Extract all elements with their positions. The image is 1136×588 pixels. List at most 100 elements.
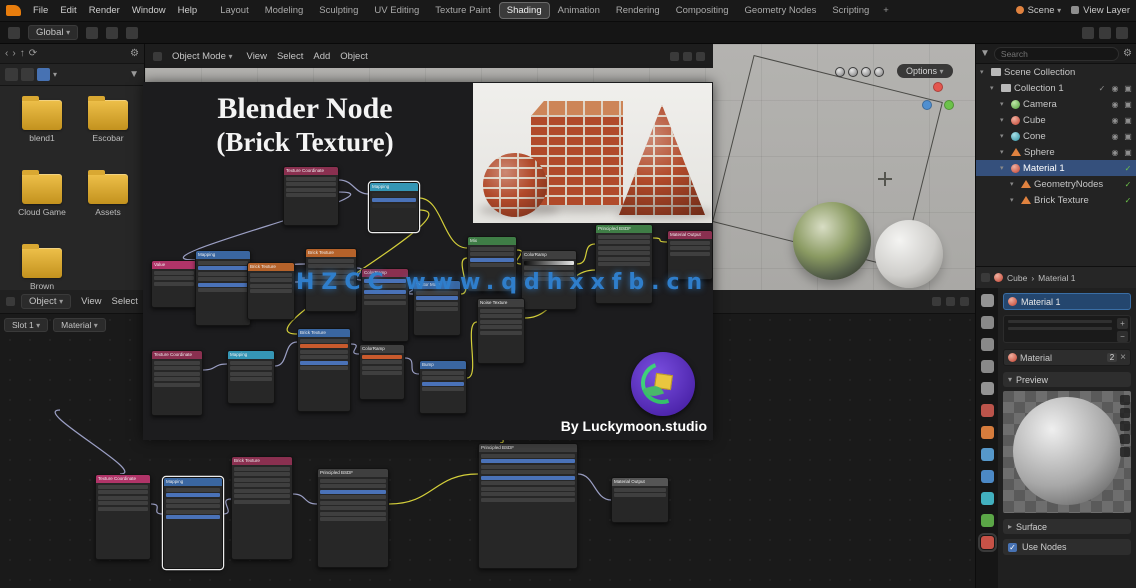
node-socket-row[interactable] bbox=[481, 470, 575, 474]
shader-node-mapping[interactable]: Mapping bbox=[369, 182, 419, 232]
node-socket-row[interactable] bbox=[154, 366, 200, 370]
particles-properties-tab-icon[interactable] bbox=[981, 470, 994, 483]
viewport-options-button[interactable]: Options ▾ bbox=[897, 64, 953, 78]
outliner-row[interactable]: ▾Cube◉▣ bbox=[976, 112, 1136, 128]
node-socket-row[interactable] bbox=[98, 496, 148, 500]
object-properties-tab-icon[interactable] bbox=[981, 426, 994, 439]
disclosure-triangle-icon[interactable]: ▾ bbox=[1000, 100, 1008, 108]
preview-cube-icon[interactable] bbox=[1120, 421, 1130, 431]
viewport-menu-view[interactable]: View bbox=[243, 50, 271, 63]
rendered-shading-icon[interactable] bbox=[874, 67, 884, 77]
surface-section-header[interactable]: ▸ Surface bbox=[1003, 519, 1131, 534]
use-nodes-row[interactable]: ✓ Use Nodes bbox=[1003, 539, 1131, 555]
hide-eye-toggle-icon[interactable]: ◉ bbox=[1110, 148, 1120, 157]
node-socket-row[interactable] bbox=[234, 478, 290, 482]
shader-node-noise-texture[interactable]: Noise Texture bbox=[477, 298, 525, 364]
node-socket-row[interactable] bbox=[481, 465, 575, 469]
node-socket-row[interactable] bbox=[362, 355, 402, 359]
node-socket-row[interactable] bbox=[320, 495, 386, 499]
node-socket-row[interactable] bbox=[320, 501, 386, 505]
node-socket-row[interactable] bbox=[300, 339, 348, 343]
node-socket-row[interactable] bbox=[372, 193, 416, 197]
shader-node-mapping[interactable]: Mapping bbox=[227, 350, 275, 404]
node-socket-row[interactable] bbox=[166, 499, 220, 503]
viewport-menu-select[interactable]: Select bbox=[273, 50, 307, 63]
node-socket-row[interactable] bbox=[422, 382, 464, 386]
render-properties-tab-icon[interactable] bbox=[981, 316, 994, 329]
node-socket-row[interactable] bbox=[300, 366, 348, 370]
node-socket-row[interactable] bbox=[480, 309, 522, 313]
shader-node-principled-bsdf[interactable]: Principled BSDF bbox=[317, 468, 389, 568]
snap-magnet-icon[interactable] bbox=[946, 297, 955, 306]
node-socket-row[interactable] bbox=[234, 494, 290, 498]
workspace-tab-uv-editing[interactable]: UV Editing bbox=[366, 2, 427, 19]
node-socket-row[interactable] bbox=[98, 490, 148, 494]
search-icon[interactable] bbox=[932, 297, 941, 306]
shader-node-texture-coordinate[interactable]: Texture Coordinate bbox=[283, 166, 339, 226]
node-socket-row[interactable] bbox=[364, 295, 406, 299]
settings-gear-icon[interactable]: ⚙ bbox=[130, 48, 139, 59]
node-socket-row[interactable] bbox=[250, 289, 292, 293]
node-socket-row[interactable] bbox=[481, 459, 575, 463]
node-socket-row[interactable] bbox=[250, 278, 292, 282]
xray-icon[interactable] bbox=[1116, 27, 1128, 39]
tool-properties-tab-icon[interactable] bbox=[981, 294, 994, 307]
render-visibility-icon[interactable]: ▣ bbox=[1123, 148, 1133, 157]
material-datablock-dropdown[interactable]: Material ▾ bbox=[53, 318, 106, 332]
node-socket-row[interactable] bbox=[300, 344, 348, 348]
enable-check-icon[interactable]: ✓ bbox=[1123, 180, 1133, 189]
workspace-tab-scripting[interactable]: Scripting bbox=[824, 2, 877, 19]
filter-funnel-icon[interactable]: ▼ bbox=[980, 48, 990, 59]
node-socket-row[interactable] bbox=[154, 377, 200, 381]
render-visibility-icon[interactable]: ▣ bbox=[1123, 132, 1133, 141]
list-view-icon[interactable] bbox=[5, 68, 18, 81]
shader-node-brick-texture[interactable]: Brick Texture bbox=[247, 262, 295, 320]
node-socket-row[interactable] bbox=[362, 360, 402, 364]
node-socket-row[interactable] bbox=[470, 247, 514, 251]
node-socket-row[interactable] bbox=[300, 355, 348, 359]
shader-menu-select[interactable]: Select bbox=[108, 295, 142, 308]
refresh-icon[interactable]: ⟳ bbox=[29, 48, 37, 59]
axis-z-icon[interactable] bbox=[922, 100, 932, 110]
node-socket-row[interactable] bbox=[481, 487, 575, 491]
node-socket-row[interactable] bbox=[598, 251, 650, 255]
view-layer-properties-tab-icon[interactable] bbox=[981, 360, 994, 373]
folder-item[interactable]: blend1 bbox=[14, 100, 70, 143]
enable-check-icon[interactable]: ✓ bbox=[1097, 84, 1107, 93]
node-socket-row[interactable] bbox=[250, 284, 292, 288]
node-socket-row[interactable] bbox=[481, 492, 575, 496]
node-socket-row[interactable] bbox=[286, 193, 336, 197]
node-socket-row[interactable] bbox=[320, 512, 386, 516]
workspace-tab-shading[interactable]: Shading bbox=[499, 2, 550, 19]
disclosure-triangle-icon[interactable]: ▾ bbox=[990, 84, 998, 92]
outliner-row[interactable]: ▾Material 1✓ bbox=[976, 160, 1136, 176]
node-socket-row[interactable] bbox=[154, 383, 200, 387]
folder-item[interactable]: Assets bbox=[80, 174, 136, 217]
disclosure-triangle-icon[interactable]: ▾ bbox=[1010, 180, 1018, 188]
folder-item[interactable]: Brown bbox=[14, 248, 70, 291]
disclosure-triangle-icon[interactable]: ▾ bbox=[1000, 132, 1008, 140]
preview-sphere-icon[interactable] bbox=[1120, 408, 1130, 418]
disclosure-triangle-icon[interactable]: ▾ bbox=[980, 68, 988, 76]
node-socket-row[interactable] bbox=[670, 241, 710, 245]
node-socket-row[interactable] bbox=[198, 288, 248, 292]
node-socket-row[interactable] bbox=[372, 198, 416, 202]
node-socket-row[interactable] bbox=[480, 325, 522, 329]
render-visibility-icon[interactable]: ▣ bbox=[1123, 100, 1133, 109]
material-slot-list[interactable]: + − bbox=[1003, 315, 1131, 343]
object-data-properties-tab-icon[interactable] bbox=[981, 514, 994, 527]
node-socket-row[interactable] bbox=[598, 262, 650, 266]
outliner-row[interactable]: ▾Sphere◉▣ bbox=[976, 144, 1136, 160]
blender-logo-icon[interactable] bbox=[6, 5, 21, 16]
node-socket-row[interactable] bbox=[98, 501, 148, 505]
overlays-icon[interactable] bbox=[1082, 27, 1094, 39]
shader-menu-view[interactable]: View bbox=[77, 295, 105, 308]
folder-item[interactable]: Cloud Game bbox=[14, 174, 70, 217]
solid-shading-icon[interactable] bbox=[848, 67, 858, 77]
shader-node-mapping[interactable]: Mapping bbox=[195, 250, 251, 326]
filter-funnel-icon[interactable]: ▼ bbox=[129, 69, 139, 80]
workspace-tab-compositing[interactable]: Compositing bbox=[668, 2, 737, 19]
node-socket-row[interactable] bbox=[234, 472, 290, 476]
node-socket-row[interactable] bbox=[230, 377, 272, 381]
menubar-item-edit[interactable]: Edit bbox=[54, 3, 82, 18]
